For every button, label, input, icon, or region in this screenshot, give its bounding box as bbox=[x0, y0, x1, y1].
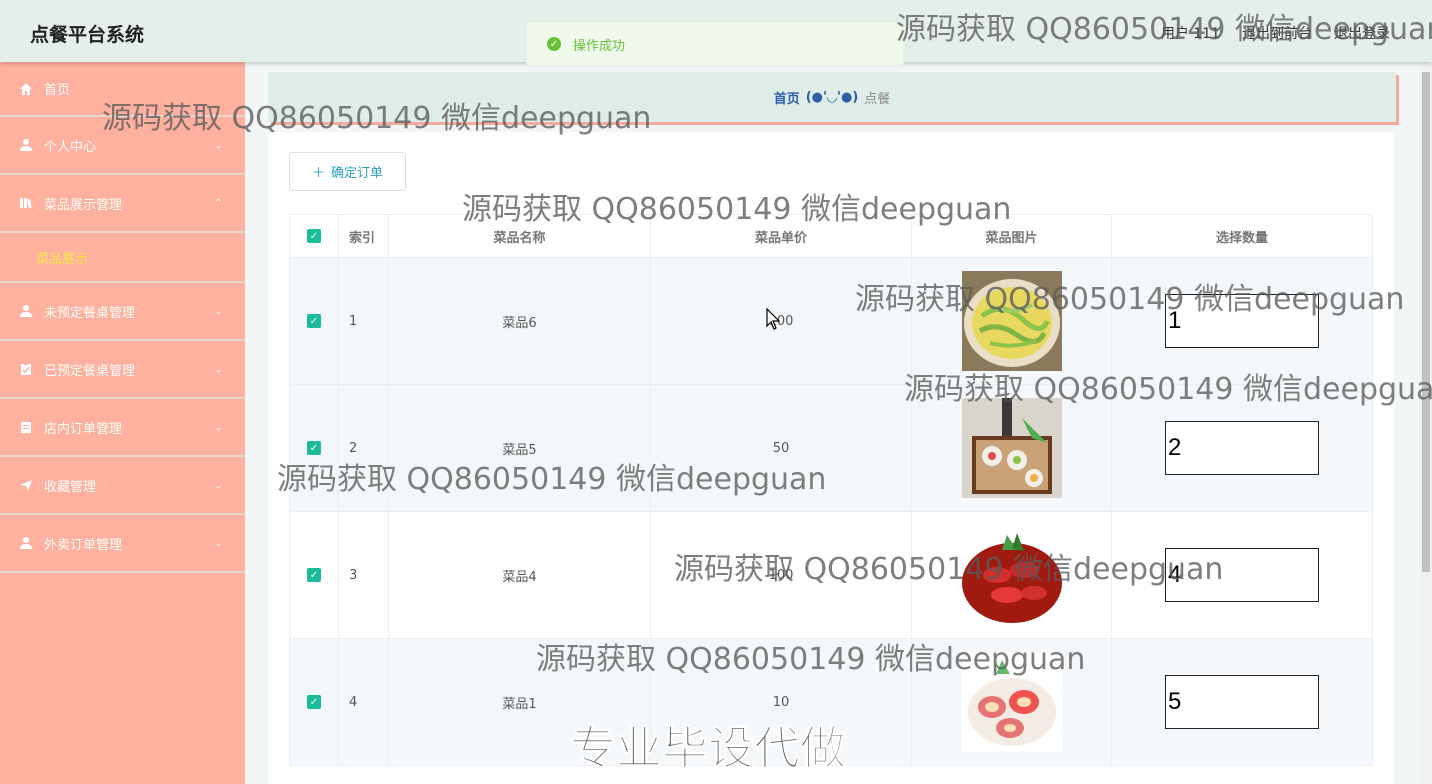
success-toast: ✓ 操作成功 bbox=[526, 22, 904, 66]
page-scrollbar[interactable] bbox=[1420, 62, 1432, 784]
row-name: 菜品6 bbox=[389, 258, 651, 384]
sidebar-item-label: 个人中心 bbox=[44, 139, 97, 155]
quantity-input[interactable] bbox=[1165, 294, 1319, 348]
header-image: 菜品图片 bbox=[912, 215, 1112, 257]
sidebar-item-dish-display-management[interactable]: 菜品展示管理 ⌃ bbox=[0, 175, 245, 233]
row-checkbox[interactable]: ✓ bbox=[307, 314, 321, 328]
toast-message: 操作成功 bbox=[573, 38, 626, 54]
sidebar-item-label: 已预定餐桌管理 bbox=[44, 363, 136, 379]
scrollbar-thumb[interactable] bbox=[1422, 72, 1430, 572]
book-icon bbox=[18, 195, 34, 211]
clipboard-icon bbox=[18, 419, 34, 435]
sidebar-item-unreserved-tables[interactable]: 未预定餐桌管理 ⌄ bbox=[0, 283, 245, 341]
dish-image-noodles bbox=[961, 271, 1062, 371]
app-title: 点餐平台系统 bbox=[30, 24, 145, 46]
header-name: 菜品名称 bbox=[389, 215, 651, 257]
header-quantity: 选择数量 bbox=[1112, 215, 1373, 257]
main-content: ＋ 确定订单 ✓ 索引 菜品名称 菜品单价 菜品图片 选择数量 ✓ 1 菜品6 … bbox=[268, 132, 1394, 784]
breadcrumb: 首页 (●'◡'●) 点餐 bbox=[268, 72, 1396, 122]
sidebar-item-takeout-orders[interactable]: 外卖订单管理 ⌄ bbox=[0, 515, 245, 573]
user-icon bbox=[18, 303, 34, 319]
row-name: 菜品4 bbox=[389, 512, 651, 638]
table-row: ✓ 2 菜品5 50 bbox=[289, 385, 1373, 512]
dish-image-sushi bbox=[961, 398, 1062, 498]
confirm-order-button[interactable]: ＋ 确定订单 bbox=[289, 152, 406, 191]
row-price: 50 bbox=[651, 385, 912, 511]
sidebar-item-instore-orders[interactable]: 店内订单管理 ⌄ bbox=[0, 399, 245, 457]
select-all-cell: ✓ bbox=[289, 215, 339, 257]
row-name: 菜品5 bbox=[389, 385, 651, 511]
logout-link[interactable]: 退出登录 bbox=[1334, 23, 1390, 43]
table-row: ✓ 3 菜品4 100 bbox=[289, 512, 1373, 639]
sidebar-item-reserved-tables[interactable]: 已预定餐桌管理 ⌄ bbox=[0, 341, 245, 399]
dish-image-shell bbox=[961, 652, 1062, 752]
sidebar-subitem-label: 菜品展示 bbox=[36, 251, 89, 267]
quantity-input[interactable] bbox=[1165, 675, 1319, 729]
user-icon bbox=[18, 137, 34, 153]
sidebar-item-home[interactable]: 首页 bbox=[0, 62, 245, 117]
quantity-input[interactable] bbox=[1165, 421, 1319, 475]
header-price: 菜品单价 bbox=[651, 215, 912, 257]
sidebar-item-label: 未预定餐桌管理 bbox=[44, 305, 136, 321]
quantity-input[interactable] bbox=[1165, 548, 1319, 602]
chevron-down-icon: ⌄ bbox=[213, 478, 223, 492]
row-index: 3 bbox=[339, 512, 389, 638]
chevron-up-icon: ⌃ bbox=[213, 196, 223, 210]
chevron-down-icon: ⌄ bbox=[213, 304, 223, 318]
dish-table: ✓ 索引 菜品名称 菜品单价 菜品图片 选择数量 ✓ 1 菜品6 100 1 ✓… bbox=[289, 214, 1373, 766]
sidebar-item-label: 菜品展示管理 bbox=[44, 197, 123, 213]
select-all-checkbox[interactable]: ✓ bbox=[307, 229, 321, 243]
plus-icon: ＋ bbox=[311, 166, 325, 181]
table-row: ✓ 4 菜品1 10 bbox=[289, 639, 1373, 766]
chevron-down-icon: ⌄ bbox=[213, 138, 223, 152]
table-row: ✓ 1 菜品6 100 bbox=[289, 258, 1373, 385]
sidebar-item-label: 首页 bbox=[44, 83, 71, 98]
sidebar-item-personal-center[interactable]: 个人中心 ⌄ bbox=[0, 117, 245, 175]
row-price: 10 bbox=[651, 639, 912, 765]
breadcrumb-separator: (●'◡'●) bbox=[805, 89, 859, 105]
table-header: ✓ 索引 菜品名称 菜品单价 菜品图片 选择数量 bbox=[289, 214, 1373, 258]
row-checkbox[interactable]: ✓ bbox=[307, 568, 321, 582]
user-icon bbox=[18, 535, 34, 551]
check-circle-icon: ✓ bbox=[547, 37, 561, 51]
sidebar-subitem-dish-display[interactable]: 菜品展示 bbox=[0, 233, 245, 283]
confirm-order-label: 确定订单 bbox=[331, 166, 384, 181]
sidebar-item-favorites[interactable]: 收藏管理 ⌄ bbox=[0, 457, 245, 515]
chevron-down-icon: ⌄ bbox=[213, 420, 223, 434]
sidebar: 首页 个人中心 ⌄ 菜品展示管理 ⌃ 菜品展示 未预定餐桌管理 ⌄ 已预定餐桌管… bbox=[0, 62, 245, 784]
row-checkbox[interactable]: ✓ bbox=[307, 441, 321, 455]
home-icon bbox=[18, 81, 34, 97]
sidebar-item-label: 外卖订单管理 bbox=[44, 537, 123, 553]
row-price: 100 bbox=[651, 258, 912, 384]
goto-front-link[interactable]: 退出到前台 bbox=[1242, 23, 1312, 43]
breadcrumb-current: 点餐 bbox=[864, 91, 891, 107]
header-actions: 用户 111 退出到前台 退出登录 bbox=[1161, 23, 1390, 43]
send-icon bbox=[18, 477, 34, 493]
row-price: 100 bbox=[651, 512, 912, 638]
header-index: 索引 bbox=[339, 215, 389, 257]
chevron-down-icon: ⌄ bbox=[213, 362, 223, 376]
breadcrumb-home[interactable]: 首页 bbox=[774, 88, 800, 107]
current-user: 用户 111 bbox=[1160, 26, 1220, 42]
mouse-cursor-icon bbox=[766, 307, 781, 334]
row-index: 4 bbox=[339, 639, 389, 765]
row-index: 1 bbox=[339, 258, 389, 384]
dish-image-crayfish bbox=[961, 525, 1062, 625]
sidebar-item-label: 收藏管理 bbox=[44, 479, 97, 495]
sidebar-item-label: 店内订单管理 bbox=[44, 421, 123, 437]
row-index: 2 bbox=[339, 385, 389, 511]
row-name: 菜品1 bbox=[389, 639, 651, 765]
chevron-down-icon: ⌄ bbox=[213, 536, 223, 550]
row-checkbox[interactable]: ✓ bbox=[307, 695, 321, 709]
clipboard-icon bbox=[18, 361, 34, 377]
